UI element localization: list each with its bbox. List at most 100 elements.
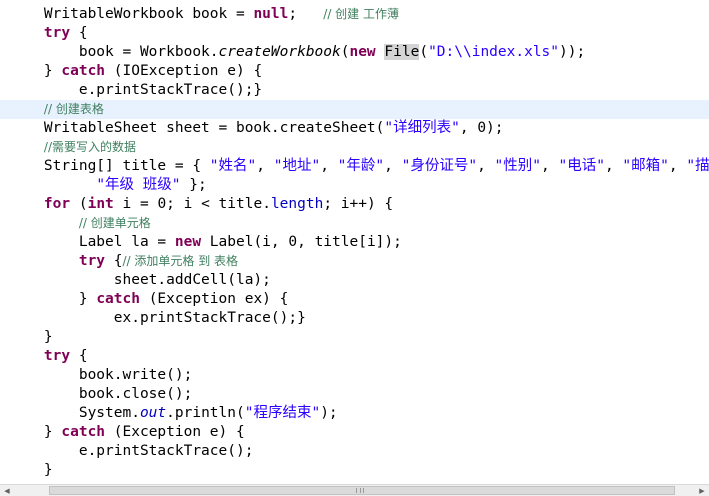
code-line[interactable]: ex.printStackTrace();}	[0, 309, 709, 328]
code-line[interactable]: "年级 班级" };	[0, 176, 709, 195]
code-line-content: } catch (Exception e) {	[9, 424, 245, 440]
code-token: Label la =	[9, 234, 175, 250]
code-token: (IOException e) {	[105, 63, 263, 79]
code-line[interactable]: } catch (IOException e) {	[0, 62, 709, 81]
code-token: catch	[61, 63, 106, 79]
code-line[interactable]: sheet.addCell(la);	[0, 271, 709, 290]
code-line[interactable]: book.close();	[0, 385, 709, 404]
code-line[interactable]: WritableSheet sheet = book.createSheet("…	[0, 119, 709, 138]
code-line[interactable]: try {	[0, 347, 709, 366]
code-token: //需要写入的数据	[43, 140, 137, 154]
code-token: length	[270, 196, 324, 212]
code-line[interactable]: // 创建表格	[0, 100, 709, 119]
code-token: "描述"	[686, 158, 709, 174]
code-line[interactable]: book = Workbook.createWorkbook(new File(…	[0, 43, 709, 62]
code-token: }	[9, 329, 53, 345]
code-line-content: // 创建表格	[9, 101, 104, 117]
code-line[interactable]: for (int i = 0; i < title.length; i++) {	[0, 195, 709, 214]
code-token: catch	[61, 424, 106, 440]
code-token: ,	[541, 158, 559, 174]
code-token: try	[43, 348, 71, 364]
code-line[interactable]: } catch (Exception ex) {	[0, 290, 709, 309]
code-line[interactable]: }	[0, 328, 709, 347]
code-line-content: }	[9, 329, 53, 345]
code-line-content: } catch (Exception ex) {	[9, 291, 289, 307]
scroll-right-arrow-icon[interactable]: ▶	[695, 485, 709, 496]
code-token: ,	[668, 158, 687, 174]
code-line[interactable]: try {// 添加单元格 到 表格	[0, 252, 709, 271]
code-token: File	[384, 44, 420, 60]
code-token: );	[320, 405, 338, 421]
code-token: "详细列表"	[384, 120, 460, 136]
code-token: {	[70, 348, 88, 364]
code-line-content: e.printStackTrace();}	[9, 82, 262, 98]
code-line[interactable]: // 创建单元格	[0, 214, 709, 233]
code-line-content: WritableWorkbook book = null; // 创建 工作薄	[9, 6, 399, 22]
code-line[interactable]: System.out.println("程序结束");	[0, 404, 709, 423]
code-token: null	[253, 6, 289, 22]
code-token: new	[174, 234, 202, 250]
code-token: "电话"	[558, 158, 605, 174]
code-line[interactable]: e.printStackTrace();}	[0, 81, 709, 100]
code-token: try	[43, 25, 71, 41]
code-line-content: e.printStackTrace();	[9, 443, 254, 459]
code-line-content: //需要写入的数据	[9, 139, 136, 155]
code-token: (	[419, 44, 429, 60]
code-token: }	[9, 462, 53, 478]
code-token: book.close();	[9, 386, 193, 402]
horizontal-scrollbar[interactable]: ◀ ▶	[0, 484, 709, 496]
code-line[interactable]: e.printStackTrace();	[0, 442, 709, 461]
code-token: (Exception e) {	[105, 424, 245, 440]
code-token: // 添加单元格 到 表格	[122, 254, 239, 268]
code-line-content: book.write();	[9, 367, 193, 383]
code-line[interactable]: }	[0, 461, 709, 480]
code-line[interactable]: WritableWorkbook book = null; // 创建 工作薄	[0, 5, 709, 24]
code-token: "年龄"	[337, 158, 385, 174]
code-token: "程序结束"	[244, 405, 321, 421]
code-token: ;	[288, 6, 324, 22]
code-token: "地址"	[273, 158, 321, 174]
code-line-content: try {	[9, 348, 88, 364]
code-token: try	[78, 253, 106, 269]
code-line[interactable]: String[] title = { "姓名", "地址", "年龄", "身份…	[0, 157, 709, 176]
code-line-content: // 创建单元格	[9, 215, 151, 231]
code-line[interactable]: } catch (Exception e) {	[0, 423, 709, 442]
code-token: "邮箱"	[622, 158, 669, 174]
code-token: out	[139, 405, 167, 421]
code-token: new	[349, 44, 376, 60]
code-token: createWorkbook	[218, 44, 341, 60]
scroll-left-arrow-icon[interactable]: ◀	[0, 485, 14, 496]
code-line[interactable]: //需要写入的数据	[0, 138, 709, 157]
code-token: }	[9, 291, 97, 307]
code-token: ,	[477, 158, 495, 174]
code-token: ex.printStackTrace();}	[9, 310, 306, 326]
code-token: // 创建表格	[43, 102, 104, 116]
code-line-content: book.close();	[9, 386, 193, 402]
code-token: "性别"	[494, 158, 542, 174]
code-line[interactable]: book.write();	[0, 366, 709, 385]
scrollbar-thumb[interactable]	[49, 486, 675, 495]
code-token: WritableSheet sheet = book.createSheet(	[9, 120, 385, 136]
code-editor[interactable]: WritableWorkbook book = null; // 创建 工作薄 …	[0, 0, 709, 484]
code-token: e.printStackTrace();}	[9, 82, 263, 98]
code-token: ,	[384, 158, 402, 174]
code-token: ,	[256, 158, 274, 174]
code-token: };	[180, 177, 207, 193]
code-token: (Exception ex) {	[139, 291, 289, 307]
code-line-content: book = Workbook.createWorkbook(new File(…	[9, 44, 585, 60]
code-line[interactable]: Label la = new Label(i, 0, title[i]);	[0, 233, 709, 252]
code-token: WritableWorkbook book =	[9, 6, 254, 22]
code-line-content: WritableSheet sheet = book.createSheet("…	[9, 120, 504, 136]
code-line[interactable]: try {	[0, 24, 709, 43]
code-line-content: sheet.addCell(la);	[9, 272, 271, 288]
code-token: {	[70, 25, 88, 41]
code-line-content: Label la = new Label(i, 0, title[i]);	[9, 234, 402, 250]
